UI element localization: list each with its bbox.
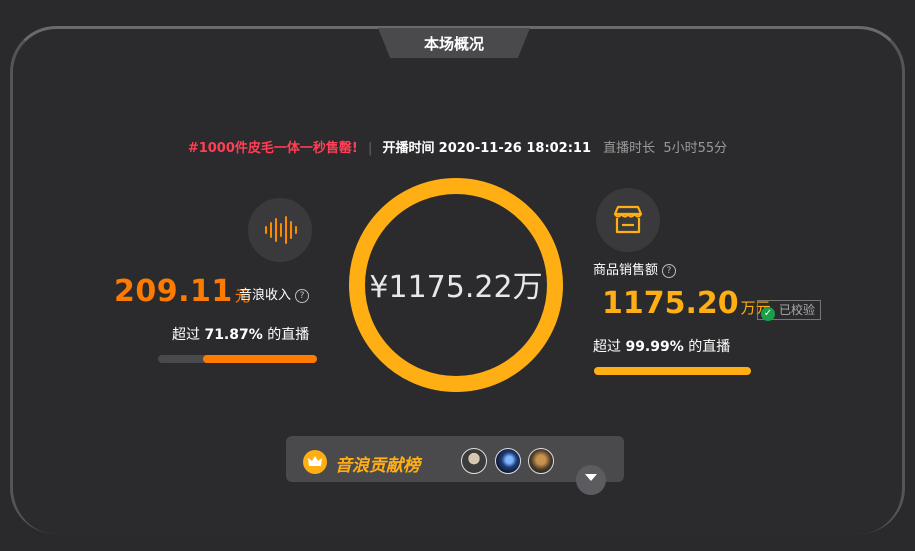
question-icon[interactable]: ? [662,264,677,278]
exceed-percent: 71.87% [204,327,263,343]
verified-badge: ✓ 已校验 [757,300,822,321]
product-sales-label: 商品销售额? [593,259,677,278]
sound-wave-income-label: 音浪收入? [239,284,310,303]
product-sales-progress-fill [594,367,751,375]
duration-value: 5小时55分 [663,141,728,156]
product-sales-progress-bar [594,367,751,375]
page-title: 本场概况 [423,35,484,53]
duration-label: 直播时长 [603,141,656,156]
verified-shield-icon: ✓ [761,307,775,321]
sound-wave-progress-bar [158,355,317,363]
sound-wave-progress-fill [202,355,317,363]
chevron-down-icon[interactable] [576,465,606,495]
sound-wave-icon [248,198,312,262]
verified-label: 已校验 [779,303,816,317]
exceed-percent: 99.99% [625,339,684,355]
product-sales-value: 1175.20 万元 [602,286,771,321]
total-sales-value: ¥1175.22万 [369,270,543,305]
product-sales-exceed-text: 超过 99.99% 的直播 [593,336,730,356]
question-icon[interactable]: ? [295,289,310,303]
start-time-label: 开播时间 [382,141,435,156]
product-sales-label-text: 商品销售额 [593,263,659,278]
start-time-value: 2020-11-26 18:02:11 [438,141,592,156]
live-info-line: #1000件皮毛一体一秒售罄! | 开播时间 2020-11-26 18:02:… [0,137,915,156]
sound-wave-exceed-text: 超过 71.87% 的直播 [172,324,309,344]
sound-wave-income-value: 209.11 元 [114,274,250,309]
exceed-prefix: 超过 [172,327,200,343]
avatar[interactable] [461,448,487,474]
product-sales-number: 1175.20 [602,286,739,321]
exceed-prefix: 超过 [593,339,621,355]
leaderboard-title: 音浪贡献榜 [335,456,420,476]
separator: | [367,141,373,156]
promo-tag: #1000件皮毛一体一秒售罄! [187,141,358,156]
crown-icon [303,450,327,474]
exceed-suffix: 的直播 [267,327,310,343]
exceed-suffix: 的直播 [688,339,731,355]
avatar[interactable] [495,448,521,474]
shop-icon [596,188,660,252]
sound-wave-income-label-text: 音浪收入 [239,288,292,303]
sound-wave-income-number: 209.11 [114,274,233,309]
avatar[interactable] [528,448,554,474]
